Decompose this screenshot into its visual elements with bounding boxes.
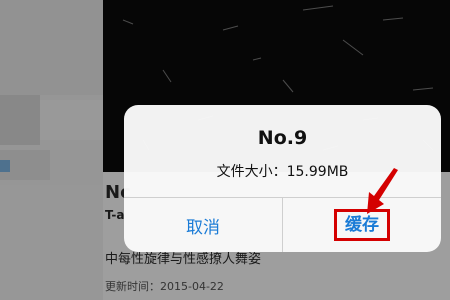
cancel-button[interactable]: 取消: [124, 198, 282, 252]
file-size-message: 文件大小：15.99MB: [216, 164, 349, 180]
dialog-title: No.9: [257, 127, 308, 149]
cache-button[interactable]: 缓存: [283, 198, 441, 252]
app-screen: Nc T-a 中每性旋律与性感撩人舞姿 更新时间：2015-04-22 No.9…: [0, 0, 450, 300]
cache-confirm-dialog: No.9 文件大小：15.99MB 取消 缓存: [124, 105, 441, 252]
cache-button-label: 缓存: [334, 209, 390, 241]
